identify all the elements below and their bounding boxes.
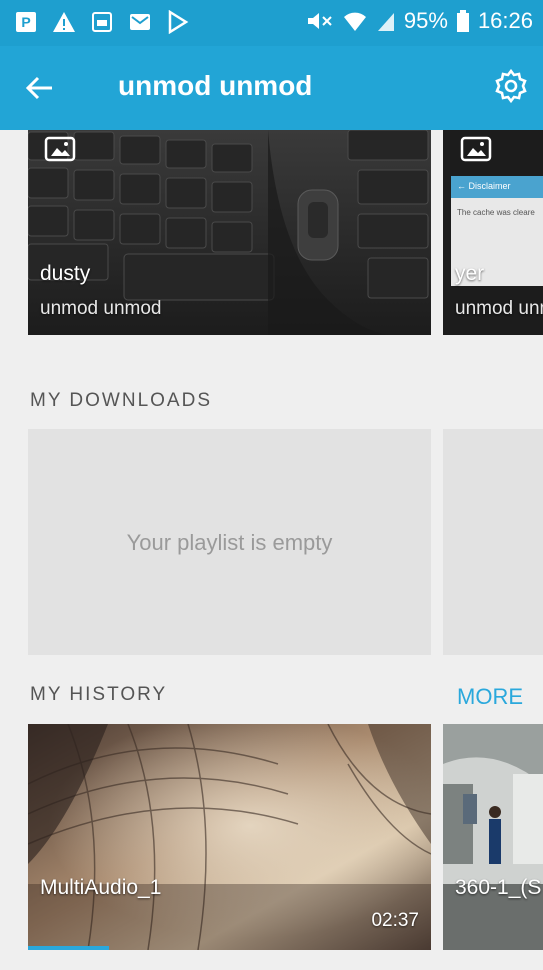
clock: 16:26	[477, 8, 533, 33]
watch-progress-bar	[28, 946, 431, 950]
app-bar: unmod unmod	[0, 46, 543, 130]
play-store-icon	[168, 10, 189, 34]
mail-icon	[130, 14, 150, 30]
watch-progress-bar	[443, 946, 543, 950]
card-subtitle: unmod unmod	[40, 298, 162, 319]
history-heading: MY HISTORY	[30, 684, 168, 705]
warning-icon	[53, 12, 75, 32]
arrow-left-icon	[25, 76, 52, 100]
card-subtitle: unmod unmod	[455, 298, 543, 319]
gallery-thumbnail	[443, 724, 543, 950]
thumb-arrow-icon: ←	[457, 181, 469, 191]
history-card-360[interactable]: 360-1_(S	[443, 724, 543, 950]
image-icon	[44, 136, 76, 162]
gear-icon	[495, 68, 527, 104]
settings-button[interactable]	[491, 66, 531, 106]
battery-icon	[456, 10, 469, 32]
downloads-empty-card: Your playlist is empty	[28, 429, 431, 655]
signal-icon	[377, 13, 394, 31]
notification-icons: P	[14, 10, 190, 34]
app-p-icon: P	[16, 12, 36, 32]
thumbnail-text: The cache was cleare	[457, 208, 535, 217]
history-card-multiaudio[interactable]: MultiAudio_1 02:37	[28, 724, 431, 950]
downloads-heading: MY DOWNLOADS	[30, 390, 213, 411]
back-button[interactable]	[22, 70, 58, 106]
svg-text:P: P	[21, 14, 30, 30]
more-button[interactable]: MORE	[457, 684, 523, 710]
card-title: yer	[455, 262, 485, 285]
media-card-yer[interactable]: ← Disclaimer The cache was cleare yer un…	[443, 130, 543, 335]
wifi-icon	[343, 12, 366, 31]
image-icon	[460, 136, 492, 162]
video-duration: 02:37	[371, 910, 419, 931]
watch-progress-fill	[28, 946, 109, 950]
card-title: dusty	[40, 262, 91, 285]
battery-percent: 95%	[403, 8, 448, 33]
downloads-empty-card-2	[443, 429, 543, 655]
mute-icon	[307, 13, 332, 29]
gallery-icon	[92, 12, 112, 32]
history-card-title: 360-1_(S	[455, 876, 542, 899]
status-bar: P 95% 16:26	[0, 0, 543, 46]
page-title: unmod unmod	[118, 70, 313, 101]
empty-playlist-message: Your playlist is empty	[126, 530, 333, 555]
system-status: 95% 16:26	[304, 8, 533, 34]
thumbnail-header: ← Disclaimer	[451, 176, 543, 198]
media-card-dusty[interactable]: dusty unmod unmod	[28, 130, 431, 335]
history-card-title: MultiAudio_1	[40, 876, 162, 899]
